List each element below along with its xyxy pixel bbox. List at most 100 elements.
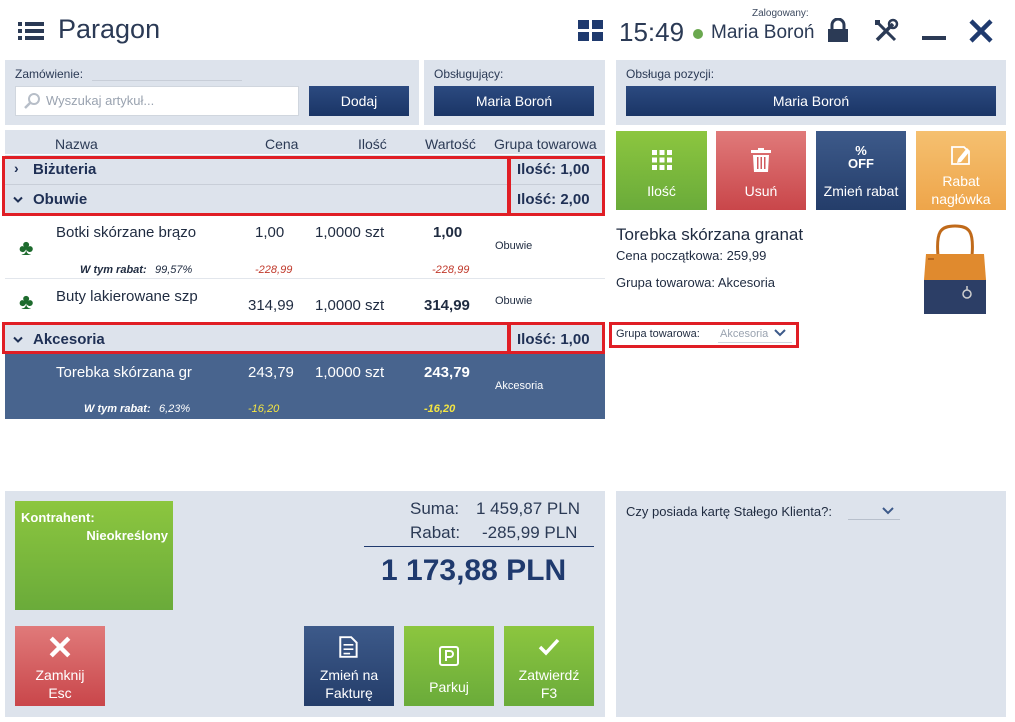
grid-view-icon[interactable] xyxy=(578,20,604,42)
confirm-button[interactable]: Zatwierdź F3 xyxy=(504,626,594,706)
park-label: Parkuj xyxy=(429,679,469,695)
parking-icon xyxy=(439,646,459,666)
grand-total: 1 173,88 PLN xyxy=(381,554,567,587)
product-start-price: Cena początkowa: 259,99 xyxy=(616,248,767,263)
grid-icon xyxy=(651,150,672,170)
contractor-value: Nieokreślony xyxy=(86,528,168,543)
header-discount-tile[interactable]: Rabat nagłówka xyxy=(916,131,1006,210)
totals-divider xyxy=(364,546,594,547)
delete-tile-label: Usuń xyxy=(744,183,778,199)
quantity-tile-label: Ilość xyxy=(647,183,676,199)
search-icon xyxy=(24,93,40,109)
row-qty: 1,0000 szt xyxy=(315,297,385,314)
close-receipt-label-2: Esc xyxy=(48,685,72,701)
contractor-label: Kontrahent: xyxy=(21,510,95,525)
change-discount-tile-label: Zmień rabat xyxy=(823,183,899,199)
row-price: 243,79 xyxy=(248,364,294,381)
discount-label: W tym rabat: xyxy=(80,264,147,276)
row-value: 1,00 xyxy=(433,224,463,241)
order-label: Zamówienie: xyxy=(15,67,84,81)
table-row[interactable]: ♣ Buty lakierowane szp 314,99 1,0000 szt… xyxy=(5,280,605,322)
clock: 15:49 xyxy=(619,17,685,47)
header-discount-tile-label-2: nagłówka xyxy=(931,191,991,207)
contractor-tile[interactable]: Kontrahent: Nieokreślony xyxy=(15,501,173,610)
group-select-value: Akcesoria xyxy=(720,328,769,340)
highlight-box-akcesoria xyxy=(2,322,510,354)
row-price: 314,99 xyxy=(248,297,294,314)
login-label: Zalogowany: xyxy=(752,8,809,19)
row-name: Botki skórzane brązo xyxy=(56,224,197,241)
serving-label: Obsługujący: xyxy=(434,67,504,81)
row-value: 243,79 xyxy=(424,364,470,381)
change-discount-tile[interactable]: % OFF Zmień rabat xyxy=(816,131,906,210)
loyalty-select[interactable] xyxy=(848,503,900,520)
sum-value: 1 459,87 PLN xyxy=(476,499,580,518)
highlight-box-akcesoria-qty xyxy=(508,322,605,354)
table-row-selected[interactable]: Torebka skórzana gr 243,79 1,0000 szt 24… xyxy=(5,354,605,419)
tools-icon[interactable] xyxy=(873,18,899,44)
serving-user-button[interactable]: Maria Boroń xyxy=(434,86,594,116)
header-discount-tile-label-1: Rabat xyxy=(942,173,980,189)
order-divider xyxy=(92,80,242,81)
delete-tile[interactable]: Usuń xyxy=(716,131,806,210)
product-image xyxy=(924,224,986,314)
row-price: 1,00 xyxy=(255,224,285,241)
trash-icon xyxy=(751,148,771,172)
close-receipt-label-1: Zamknij xyxy=(35,667,85,683)
discount-pct: 99,57% xyxy=(155,264,193,276)
menu-icon[interactable] xyxy=(18,20,44,42)
price-discount: -228,99 xyxy=(255,264,293,276)
position-user-button[interactable]: Maria Boroń xyxy=(626,86,996,116)
close-receipt-button[interactable]: Zamknij Esc xyxy=(15,626,105,706)
confirm-label-1: Zatwierdź xyxy=(518,667,580,683)
check-icon xyxy=(538,638,560,656)
price-discount: -16,20 xyxy=(248,403,280,415)
confirm-label-2: F3 xyxy=(540,685,558,701)
sum-label: Suma: xyxy=(410,499,460,518)
off-icon-bottom: OFF xyxy=(848,156,874,171)
row-group: Obuwie xyxy=(495,295,533,307)
x-icon xyxy=(49,636,71,658)
table-row[interactable]: ♣ Botki skórzane brązo 1,00 1,0000 szt 1… xyxy=(5,216,605,279)
col-name: Nazwa xyxy=(55,136,98,152)
row-value: 314,99 xyxy=(424,297,470,314)
change-to-invoice-button[interactable]: Zmień na Fakturę xyxy=(304,626,394,706)
value-discount: -228,99 xyxy=(432,264,470,276)
discount-total-value: -285,99 PLN xyxy=(482,523,578,542)
discount-pct: 6,23% xyxy=(159,403,191,415)
group-select[interactable]: Akcesoria xyxy=(718,326,792,343)
logged-user-name: Maria Boroń xyxy=(711,22,815,43)
row-qty: 1,0000 szt xyxy=(315,224,385,241)
search-box[interactable] xyxy=(15,86,299,116)
change-to-invoice-label-2: Fakturę xyxy=(325,685,373,701)
search-input[interactable] xyxy=(46,87,286,113)
change-to-invoice-label-1: Zmień na xyxy=(319,667,379,683)
col-value: Wartość xyxy=(425,136,476,152)
highlight-box-groups xyxy=(2,156,510,216)
discount-label: W tym rabat: xyxy=(84,403,151,415)
col-price: Cena xyxy=(265,136,299,152)
clover-icon: ♣ xyxy=(19,289,34,314)
chevron-down-icon xyxy=(774,329,786,337)
clover-icon: ♣ xyxy=(19,235,34,260)
row-name: Buty lakierowane szp xyxy=(56,288,198,305)
row-name: Torebka skórzana gr xyxy=(56,364,192,381)
loyalty-panel xyxy=(616,491,1006,717)
chevron-down-icon xyxy=(882,507,894,515)
minimize-icon[interactable] xyxy=(922,36,946,40)
group-select-label: Grupa towarowa: xyxy=(616,328,700,340)
loyalty-question: Czy posiada kartę Stałego Klienta?: xyxy=(626,504,832,519)
highlight-box-group-qty xyxy=(508,156,605,216)
add-button[interactable]: Dodaj xyxy=(309,86,409,116)
row-group: Obuwie xyxy=(495,240,533,252)
park-button[interactable]: Parkuj xyxy=(404,626,494,706)
off-icon: % OFF xyxy=(848,144,874,170)
row-group: Akcesoria xyxy=(495,380,544,392)
row-qty: 1,0000 szt xyxy=(315,364,385,381)
lock-icon[interactable] xyxy=(826,18,850,44)
quantity-tile[interactable]: Ilość xyxy=(616,131,707,210)
close-icon[interactable] xyxy=(968,18,994,44)
product-group: Grupa towarowa: Akcesoria xyxy=(616,275,775,290)
online-status-dot xyxy=(693,29,703,39)
product-name: Torebka skórzana granat xyxy=(616,225,804,244)
